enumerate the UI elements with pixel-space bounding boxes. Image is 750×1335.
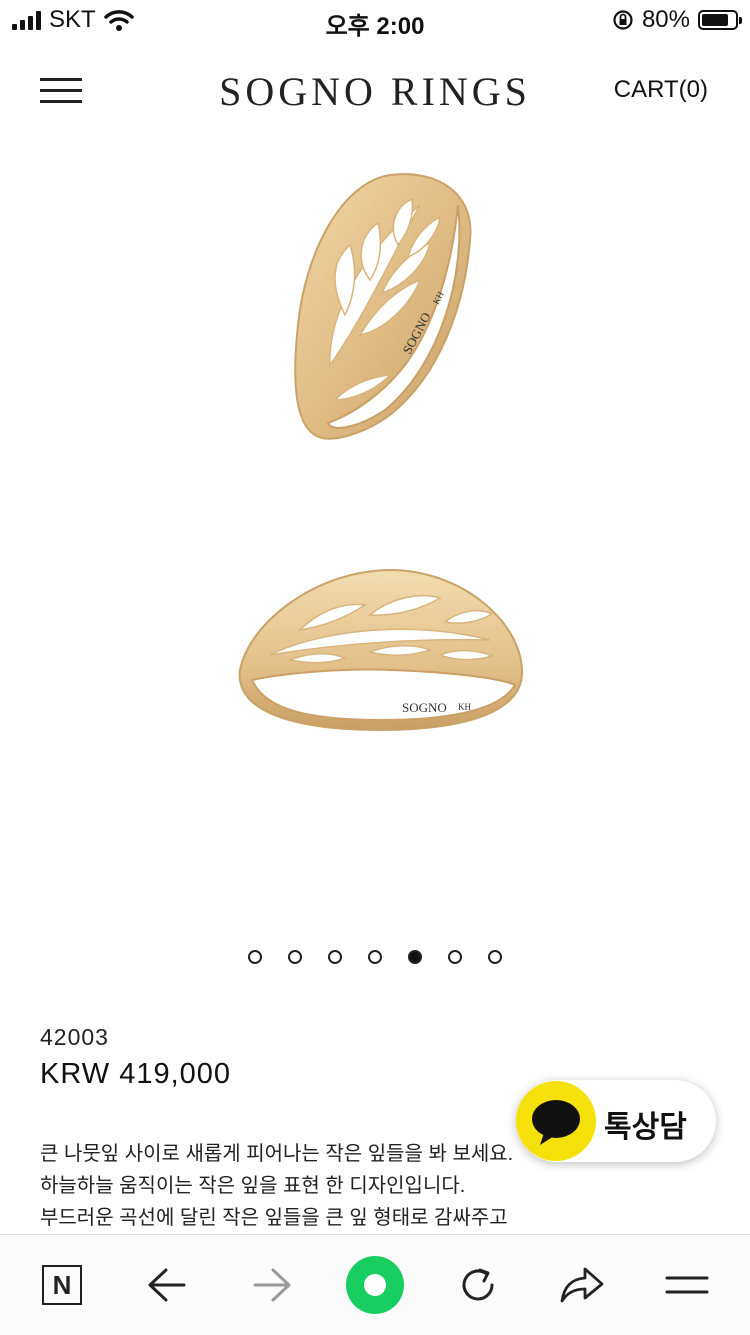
naver-home-button[interactable]: N bbox=[30, 1253, 94, 1317]
hallmark-text-2: KH bbox=[458, 702, 471, 712]
carousel-dot[interactable] bbox=[408, 950, 422, 964]
forward-button[interactable] bbox=[240, 1253, 304, 1317]
more-menu-button[interactable] bbox=[655, 1253, 719, 1317]
green-dot-button[interactable] bbox=[343, 1253, 407, 1317]
back-arrow-icon bbox=[148, 1268, 186, 1302]
status-bar: SKT 오후 2:00 80% bbox=[0, 0, 750, 40]
back-button[interactable] bbox=[135, 1253, 199, 1317]
forward-arrow-icon bbox=[253, 1268, 291, 1302]
carousel-dot[interactable] bbox=[448, 950, 462, 964]
browser-toolbar: N bbox=[0, 1234, 750, 1335]
status-right: 80% bbox=[612, 6, 742, 34]
ring-image-bottom: SOGNO KH bbox=[238, 568, 524, 732]
refresh-icon bbox=[462, 1268, 494, 1301]
kakao-chat-button[interactable]: 톡상담 bbox=[516, 1080, 716, 1162]
green-circle-icon bbox=[346, 1256, 404, 1314]
carousel-dot[interactable] bbox=[488, 950, 502, 964]
product-image-carousel[interactable]: SOGNO KH SOGNO KH bbox=[0, 140, 750, 930]
battery-percent: 80% bbox=[641, 6, 690, 33]
naver-home-icon: N bbox=[42, 1265, 82, 1305]
chat-bubble-icon bbox=[532, 1100, 580, 1145]
share-icon bbox=[560, 1267, 604, 1303]
carousel-dot[interactable] bbox=[328, 950, 342, 964]
description-line: 부드러운 곡선에 달린 작은 잎들을 큰 잎 형태로 감싸주고 bbox=[40, 1207, 508, 1229]
share-button[interactable] bbox=[550, 1253, 614, 1317]
carousel-dot[interactable] bbox=[368, 950, 382, 964]
ring-image-top: SOGNO KH bbox=[294, 173, 472, 440]
header: SOGNO RINGS CART(0) bbox=[0, 60, 750, 120]
kakao-icon-circle bbox=[516, 1081, 596, 1161]
engraving-text-2: SOGNO bbox=[402, 700, 447, 715]
hamburger-menu-icon[interactable] bbox=[40, 76, 82, 104]
battery-icon bbox=[698, 10, 742, 30]
description-line: 하늘하늘 움직이는 작은 잎을 표현 한 디자인입니다. bbox=[40, 1175, 466, 1197]
orientation-lock-icon bbox=[613, 10, 633, 30]
menu-icon bbox=[665, 1276, 709, 1294]
kakao-chat-label: 톡상담 bbox=[604, 1111, 687, 1144]
product-sku: 42003 bbox=[40, 1024, 109, 1050]
carousel-dot[interactable] bbox=[288, 950, 302, 964]
carousel-pagination bbox=[0, 950, 750, 964]
refresh-button[interactable] bbox=[446, 1253, 510, 1317]
product-price: KRW 419,000 bbox=[40, 1058, 232, 1090]
cart-link[interactable]: CART(0) bbox=[614, 76, 708, 104]
carousel-dot[interactable] bbox=[248, 950, 262, 964]
